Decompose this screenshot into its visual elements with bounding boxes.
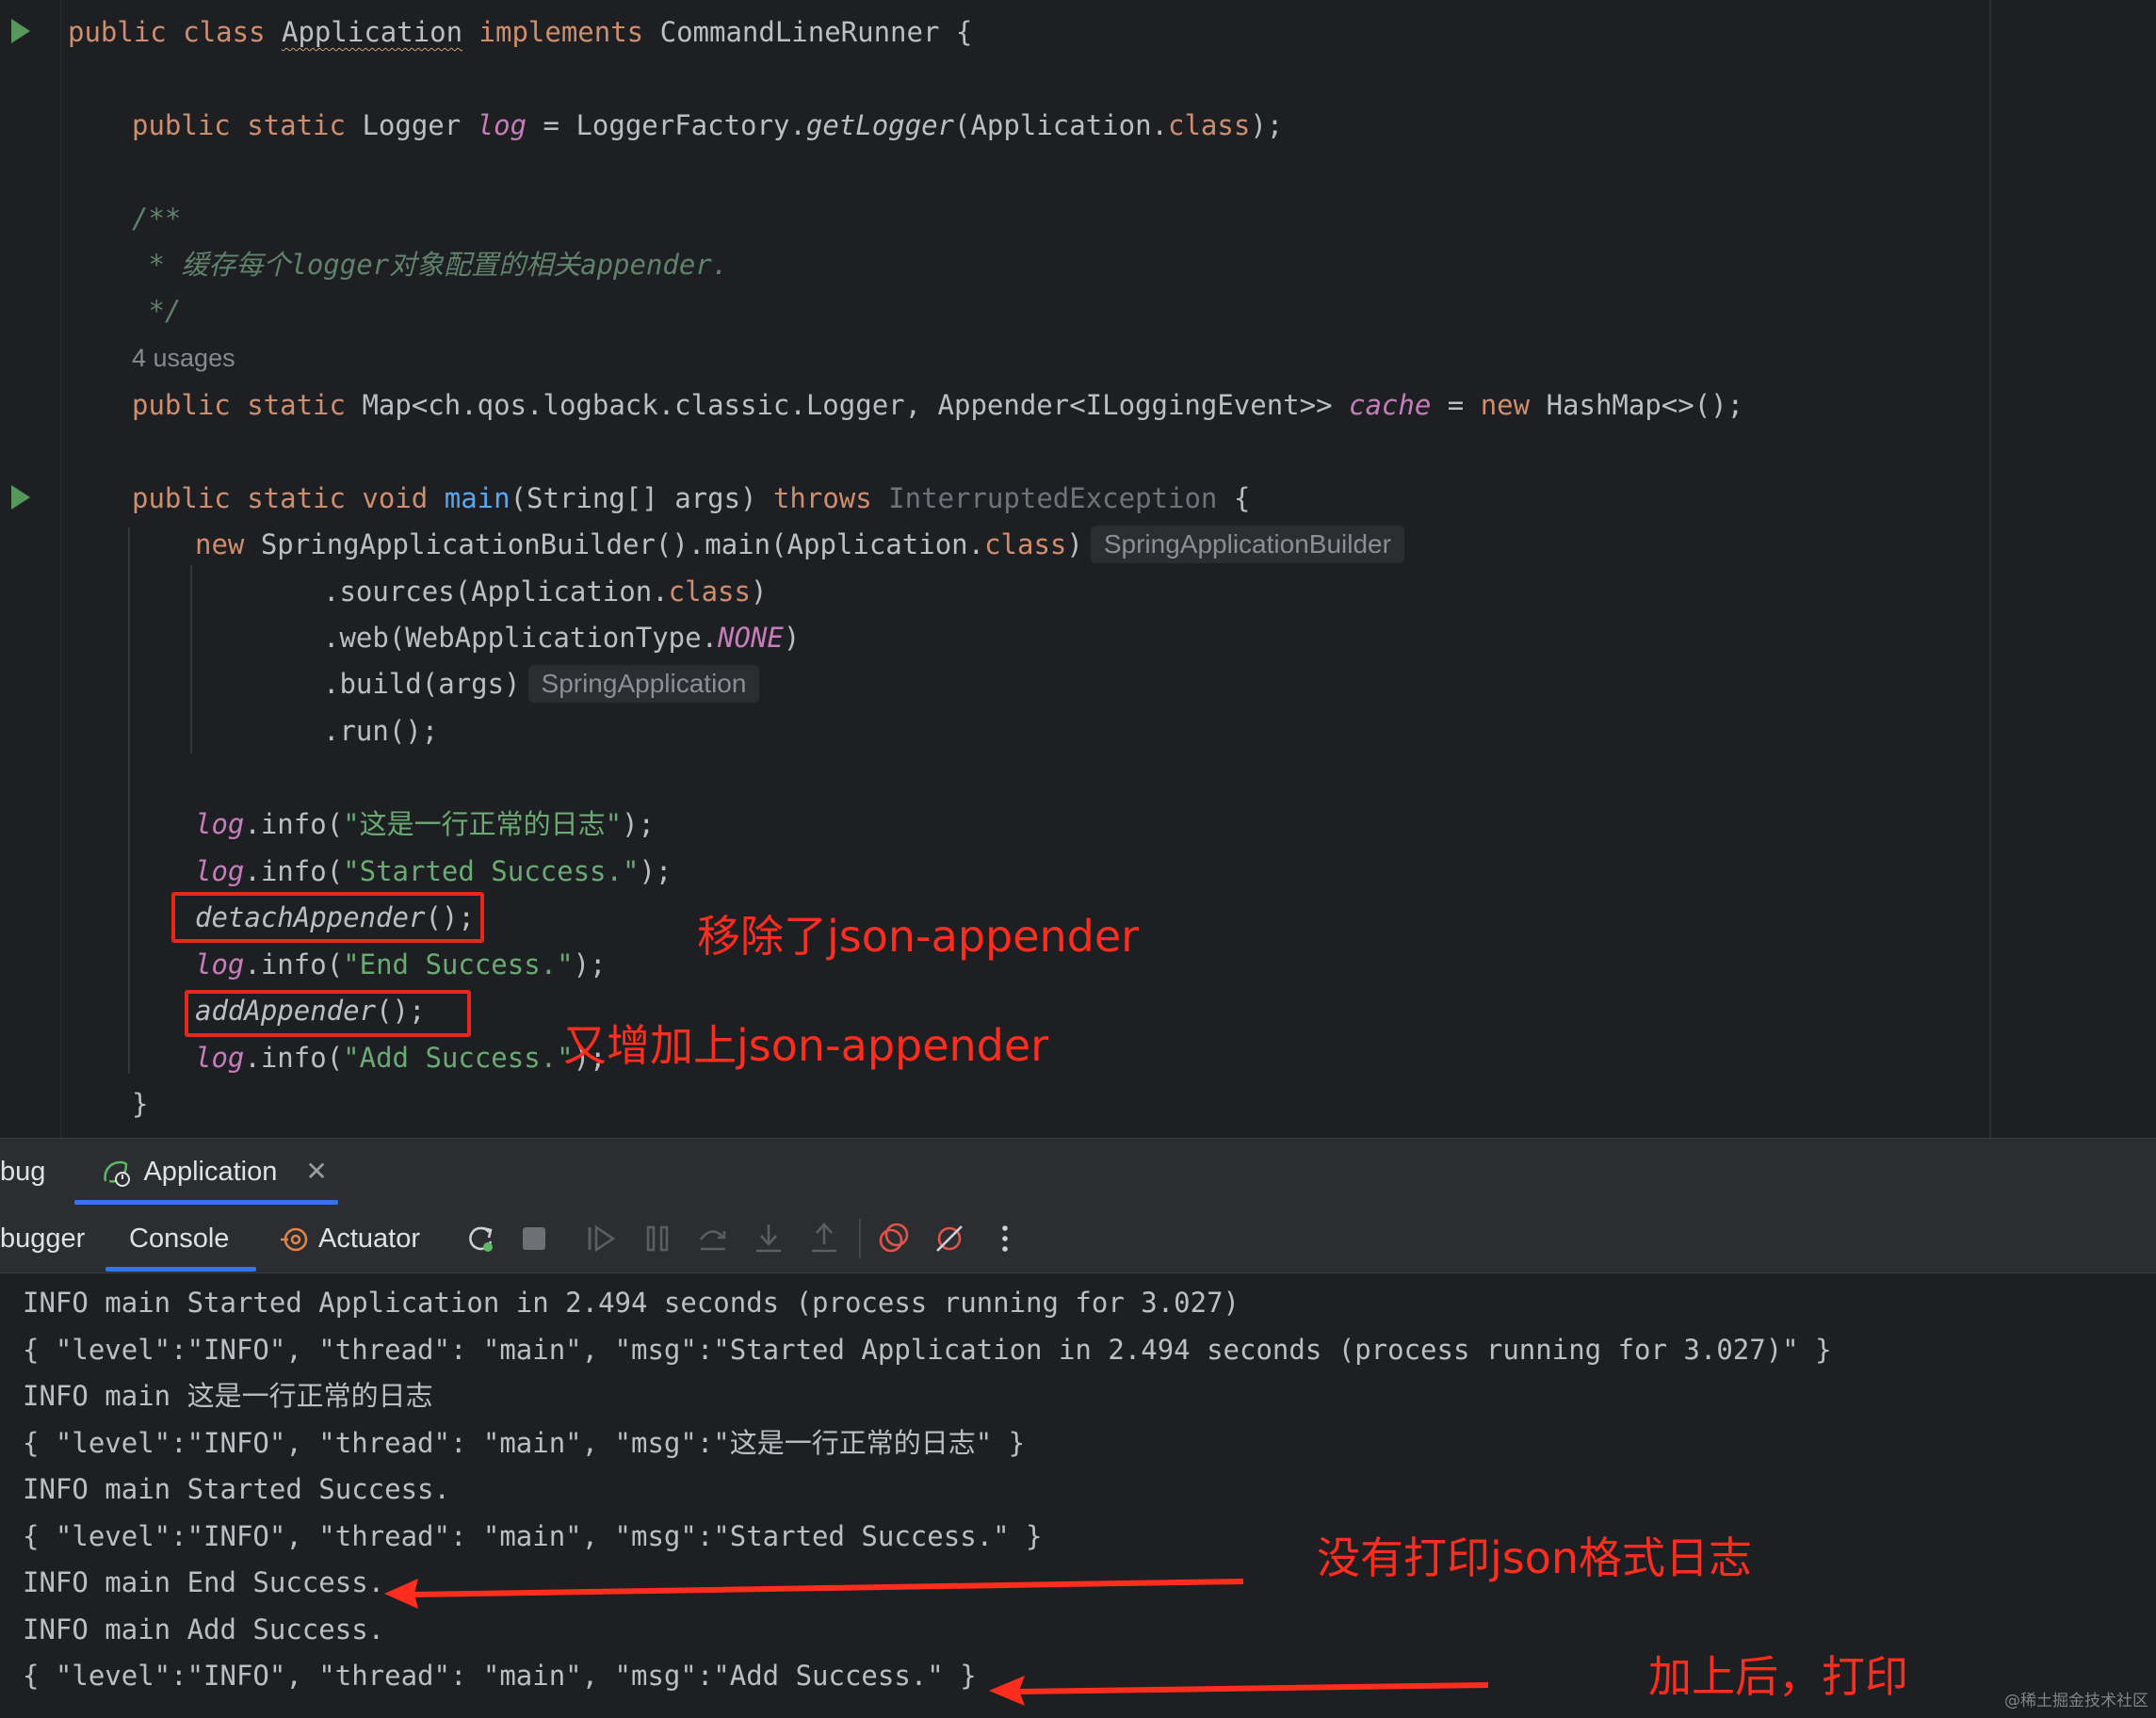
arrow-after-add: [989, 1676, 1488, 1706]
arrow-no-json: [384, 1579, 1243, 1609]
watermark: @稀土掘金技术社区: [2004, 1692, 2148, 1710]
annotation-arrows: [384, 1579, 1488, 1706]
